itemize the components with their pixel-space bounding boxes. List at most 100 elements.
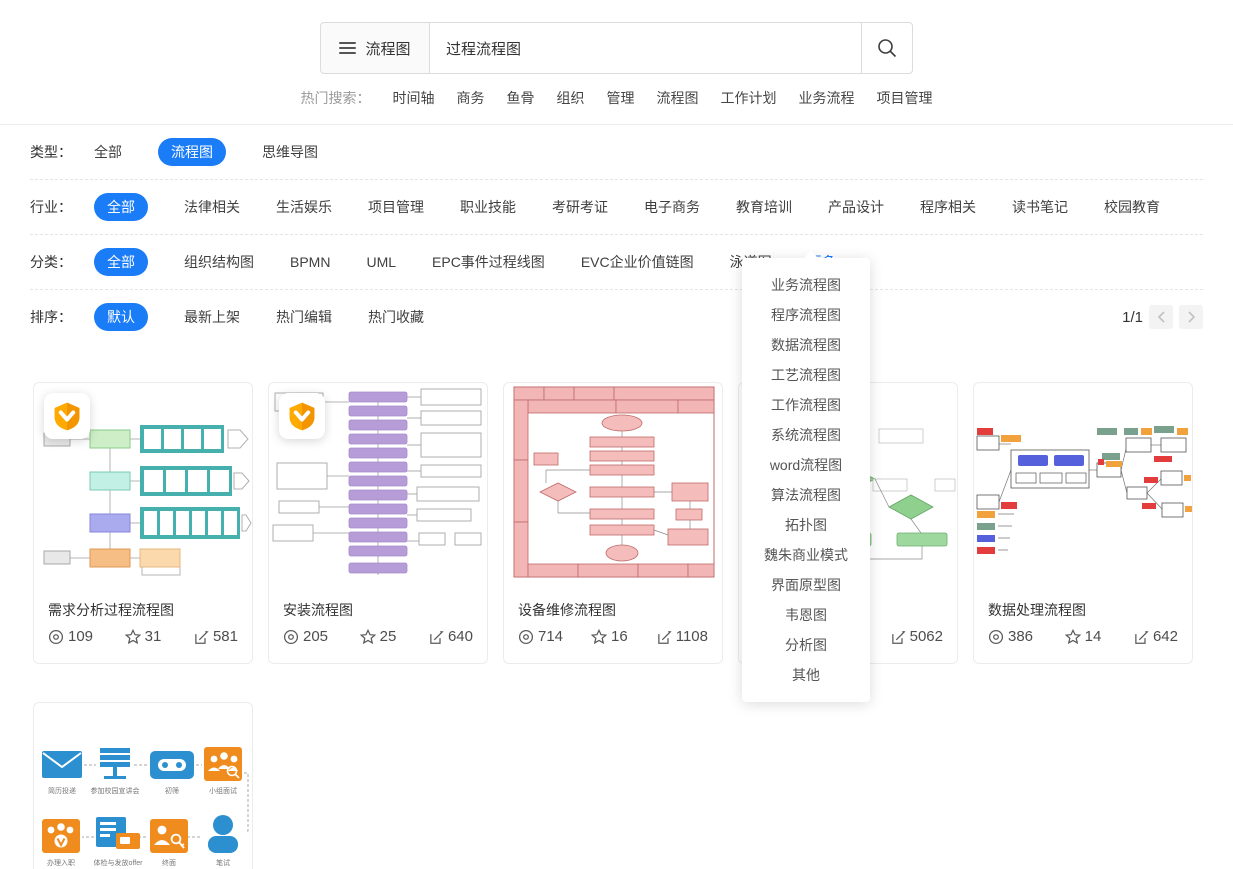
sort-default[interactable]: 默认 [94,303,148,331]
menu-item[interactable]: 程序流程图 [742,300,870,330]
filter-label: 类型： [30,144,72,160]
edit-icon [657,630,672,644]
sort-newest[interactable]: 最新上架 [184,307,240,327]
menu-item[interactable]: 其他 [742,660,870,690]
filter-category-item[interactable]: 组织结构图 [184,252,254,272]
filter-industry-item[interactable]: 校园教育 [1104,197,1160,217]
views-icon [283,629,299,644]
filter-industry-item[interactable]: 教育培训 [736,197,792,217]
filter-type-mindmap[interactable]: 思维导图 [262,142,318,162]
filter-industry-item[interactable]: 读书笔记 [1012,197,1068,217]
hot-search-row: 热门搜索： 时间轴 商务 鱼骨 组织 管理 流程图 工作计划 业务流程 项目管理 [0,88,1233,108]
hot-search-item[interactable]: 组织 [557,88,585,108]
filter-industry-item[interactable]: 电子商务 [644,197,700,217]
edit-icon [891,630,906,644]
views-icon [988,629,1004,644]
menu-item[interactable]: 工艺流程图 [742,360,870,390]
hot-search-item[interactable]: 流程图 [657,88,699,108]
hot-search-item[interactable]: 项目管理 [877,88,933,108]
sort-hot-edit[interactable]: 热门编辑 [276,307,332,327]
hot-search-item[interactable]: 业务流程 [799,88,855,108]
menu-item[interactable]: 分析图 [742,630,870,660]
search-input[interactable] [430,22,861,74]
prev-page-button[interactable] [1149,305,1173,329]
hot-search-item[interactable]: 商务 [457,88,485,108]
template-thumbnail-icon-flow: 简历投递 参加校园宣讲会 初筛 小组面试 办理入职 体检与发放offer 终面 … [42,747,249,867]
menu-item[interactable]: 拓扑图 [742,510,870,540]
filter-row-category: 分类： 全部 组织结构图 BPMN UML EPC事件过程线图 EVC企业价值链… [30,235,1203,290]
filter-industry-all[interactable]: 全部 [94,193,148,221]
search-category-dropdown[interactable]: 流程图 [320,22,430,74]
thumb-step-label: 体检与发放offer [94,858,144,867]
next-page-button[interactable] [1179,305,1203,329]
views-icon [518,629,534,644]
filter-industry-item[interactable]: 程序相关 [920,197,976,217]
filter-category-item[interactable]: EPC事件过程线图 [432,252,545,272]
filter-panel: 类型： 全部 流程图 思维导图 行业： 全部 法律相关 生活娱乐 项目管理 职业… [0,125,1233,344]
menu-item[interactable]: 魏朱商业模式 [742,540,870,570]
filter-industry-item[interactable]: 生活娱乐 [276,197,332,217]
template-title: 设备维修流程图 [518,602,616,618]
hot-search-item[interactable]: 鱼骨 [507,88,535,108]
thumb-step-label: 办理入职 [47,858,75,867]
filter-row-industry: 行业： 全部 法律相关 生活娱乐 项目管理 职业技能 考研考证 电子商务 教育培… [30,180,1203,235]
template-card[interactable]: 设备维修流程图 714 16 1108 [503,382,723,664]
filter-row-sort: 排序： 默认 最新上架 热门编辑 热门收藏 1/1 [30,290,1203,344]
menu-item[interactable]: 系统流程图 [742,420,870,450]
more-categories-menu: 业务流程图 程序流程图 数据流程图 工艺流程图 工作流程图 系统流程图 word… [742,258,870,702]
menu-item[interactable]: word流程图 [742,450,870,480]
menu-item[interactable]: 韦恩图 [742,600,870,630]
edits-stat: 642 [1133,628,1178,645]
filter-industry-item[interactable]: 法律相关 [184,197,240,217]
filter-category-all[interactable]: 全部 [94,248,148,276]
filter-category-item[interactable]: EVC企业价值链图 [581,252,694,272]
hot-search-item[interactable]: 时间轴 [393,88,435,108]
template-card[interactable]: 安装流程图 205 25 640 [268,382,488,664]
star-icon [1064,628,1081,644]
star-icon [591,628,608,644]
menu-item[interactable]: 算法流程图 [742,480,870,510]
filter-industry-item[interactable]: 项目管理 [368,197,424,217]
filter-industry-item[interactable]: 考研考证 [552,197,608,217]
filter-type-flowchart[interactable]: 流程图 [158,138,226,166]
vip-shield-icon [289,402,315,431]
hot-search-item[interactable]: 管理 [607,88,635,108]
vip-shield-icon [54,402,80,431]
magnifier-icon [878,39,897,58]
search-header: 流程图 热门搜索： 时间轴 商务 鱼骨 组织 管理 流程图 工作计划 业务流程 … [0,0,1233,125]
edit-icon [1135,630,1149,644]
sort-hot-favorite[interactable]: 热门收藏 [368,307,424,327]
thumb-step-label: 初筛 [165,786,179,795]
filter-category-item[interactable]: UML [366,254,396,270]
views-stat: 386 [988,628,1033,645]
template-card[interactable]: 数据处理流程图 386 14 642 [973,382,1193,664]
template-stats: 386 14 642 [974,620,1192,663]
template-title: 需求分析过程流程图 [48,602,174,618]
menu-item[interactable]: 数据流程图 [742,330,870,360]
filter-industry-item[interactable]: 产品设计 [828,197,884,217]
hot-search-item[interactable]: 工作计划 [721,88,777,108]
page-indicator: 1/1 [1122,308,1143,326]
template-card[interactable]: 简历投递 参加校园宣讲会 初筛 小组面试 办理入职 体检与发放offer 终面 … [33,702,253,869]
template-grid: 需求分析过程流程图 109 31 581 安装流程图 205 25 640 设备… [0,344,1233,869]
thumb-step-label: 参加校园宣讲会 [91,786,140,795]
edit-icon [195,630,209,644]
filter-label: 分类： [30,254,72,270]
menu-item[interactable]: 业务流程图 [742,270,870,300]
star-icon [359,628,376,644]
template-thumbnail-swimlane [513,386,715,578]
template-stats: 205 25 640 [269,620,487,663]
search-button[interactable] [861,22,913,74]
pagination: 1/1 [1122,305,1203,329]
filter-type-all[interactable]: 全部 [94,142,122,162]
template-card[interactable]: 需求分析过程流程图 109 31 581 [33,382,253,664]
menu-item[interactable]: 界面原型图 [742,570,870,600]
favorites-stat: 25 [359,628,396,645]
filter-industry-item[interactable]: 职业技能 [460,197,516,217]
thumb-step-label: 简历投递 [48,786,76,795]
menu-item[interactable]: 工作流程图 [742,390,870,420]
filter-category-item[interactable]: BPMN [290,254,330,270]
views-stat: 714 [518,628,563,645]
chevron-right-icon [1187,311,1195,323]
edits-stat: 1108 [656,628,708,645]
